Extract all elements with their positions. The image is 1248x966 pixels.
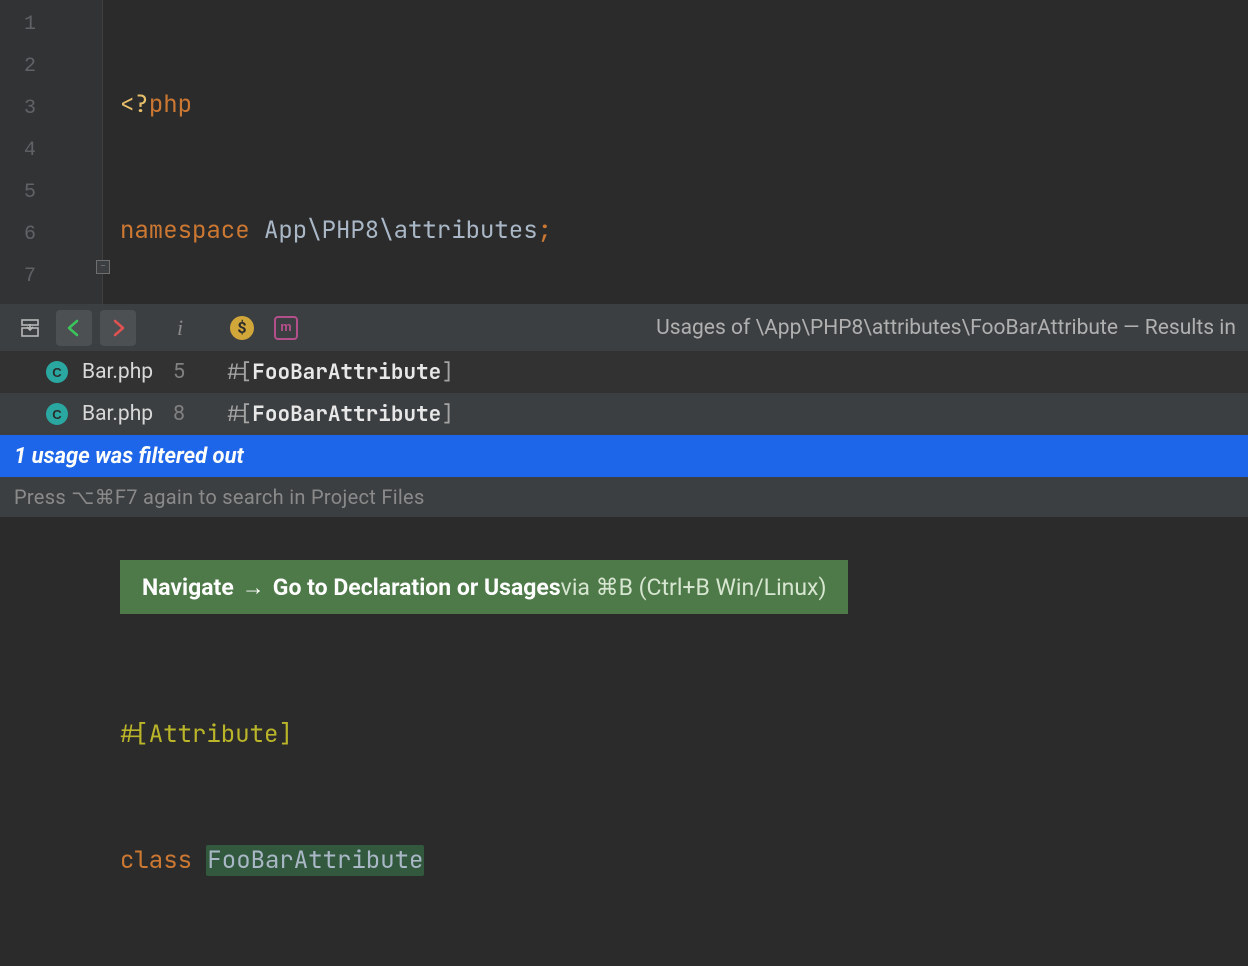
fold-icon[interactable]: − bbox=[96, 260, 110, 274]
usage-snippet: #[FooBarAttribute] bbox=[227, 401, 454, 428]
code-line: <?php bbox=[120, 84, 1248, 126]
line-number: 3 bbox=[0, 88, 102, 130]
info-icon: i bbox=[177, 315, 183, 341]
tip-shortcut: via ⌘B (Ctrl+B Win/Linux) bbox=[561, 574, 827, 601]
filtered-usages-bar[interactable]: 1 usage was filtered out bbox=[0, 435, 1248, 477]
dollar-icon: $ bbox=[230, 316, 254, 340]
line-number: 4 bbox=[0, 130, 102, 172]
snippet-pre: #[ bbox=[227, 401, 252, 428]
usage-row[interactable]: C Bar.php 5 #[FooBarAttribute] bbox=[0, 351, 1248, 393]
usage-snippet: #[FooBarAttribute] bbox=[227, 359, 454, 386]
code-line: #[Attribute] bbox=[120, 714, 1248, 756]
next-occurrence-icon bbox=[107, 317, 129, 339]
tip-menu: Navigate bbox=[142, 574, 234, 601]
usage-row[interactable]: C Bar.php 8 #[FooBarAttribute] bbox=[0, 393, 1248, 435]
code-line: class FooBarAttribute bbox=[120, 840, 1248, 882]
method-icon: m bbox=[274, 316, 298, 340]
semicolon: ; bbox=[538, 215, 552, 246]
snippet-match: FooBarAttribute bbox=[252, 401, 441, 428]
snippet-post: ] bbox=[441, 401, 454, 428]
class-file-icon: C bbox=[46, 403, 68, 425]
line-number: 6 bbox=[0, 214, 102, 256]
snippet-post: ] bbox=[441, 359, 454, 386]
prev-occurrence-icon bbox=[63, 317, 85, 339]
class-name-declaration[interactable]: FooBarAttribute bbox=[206, 845, 424, 876]
keyword-namespace: namespace bbox=[120, 215, 264, 246]
open-find-window-icon bbox=[20, 318, 40, 338]
code-editor[interactable]: 1 2 3 4 5 6 7 − <?php namespace App\PHP8… bbox=[0, 0, 1248, 304]
namespace-path: App\PHP8\attributes bbox=[264, 215, 538, 246]
find-usages-popup: i $ m Usages of \App\PHP8\attributes\Foo… bbox=[0, 304, 1248, 517]
line-number: 5 bbox=[0, 172, 102, 214]
tip-action: Go to Declaration or Usages bbox=[273, 574, 561, 601]
usage-results: C Bar.php 5 #[FooBarAttribute] C Bar.php… bbox=[0, 351, 1248, 435]
line-number: 2 bbox=[0, 46, 102, 88]
open-in-tool-window-button[interactable] bbox=[12, 310, 48, 346]
arrow-right-icon: → bbox=[242, 574, 265, 601]
usage-file: Bar.php bbox=[82, 360, 153, 384]
snippet-pre: #[ bbox=[227, 359, 252, 386]
indent-guide bbox=[102, 0, 103, 304]
php-keyword: php bbox=[149, 89, 192, 120]
usage-line: 8 bbox=[173, 402, 203, 426]
php-open-tag: <? bbox=[120, 89, 149, 120]
editor-gutter: 1 2 3 4 5 6 7 bbox=[0, 0, 102, 304]
class-file-icon: C bbox=[46, 361, 68, 383]
usage-file: Bar.php bbox=[82, 402, 153, 426]
code-area[interactable]: <?php namespace App\PHP8\attributes; use… bbox=[120, 0, 1248, 304]
search-hint-label: Press ⌥⌘F7 again to search in Project Fi… bbox=[14, 485, 425, 509]
search-hint: Press ⌥⌘F7 again to search in Project Fi… bbox=[0, 477, 1248, 517]
filtered-usages-label: 1 usage was filtered out bbox=[14, 444, 244, 469]
filter-usages-button[interactable]: $ bbox=[224, 310, 260, 346]
attribute-annotation: #[Attribute] bbox=[120, 719, 293, 750]
keyword-class: class bbox=[120, 845, 206, 876]
snippet-match: FooBarAttribute bbox=[252, 359, 441, 386]
popup-toolbar: i $ m Usages of \App\PHP8\attributes\Foo… bbox=[0, 304, 1248, 351]
line-number: 1 bbox=[0, 4, 102, 46]
popup-title: Usages of \App\PHP8\attributes\FooBarAtt… bbox=[312, 316, 1236, 340]
info-button[interactable]: i bbox=[162, 310, 198, 346]
code-line: namespace App\PHP8\attributes; bbox=[120, 210, 1248, 252]
prev-occurrence-button[interactable] bbox=[56, 310, 92, 346]
filter-method-button[interactable]: m bbox=[268, 310, 304, 346]
tip-banner: Navigate → Go to Declaration or Usages v… bbox=[120, 560, 848, 614]
next-occurrence-button[interactable] bbox=[100, 310, 136, 346]
usage-line: 5 bbox=[173, 360, 203, 384]
line-number: 7 bbox=[0, 256, 102, 298]
